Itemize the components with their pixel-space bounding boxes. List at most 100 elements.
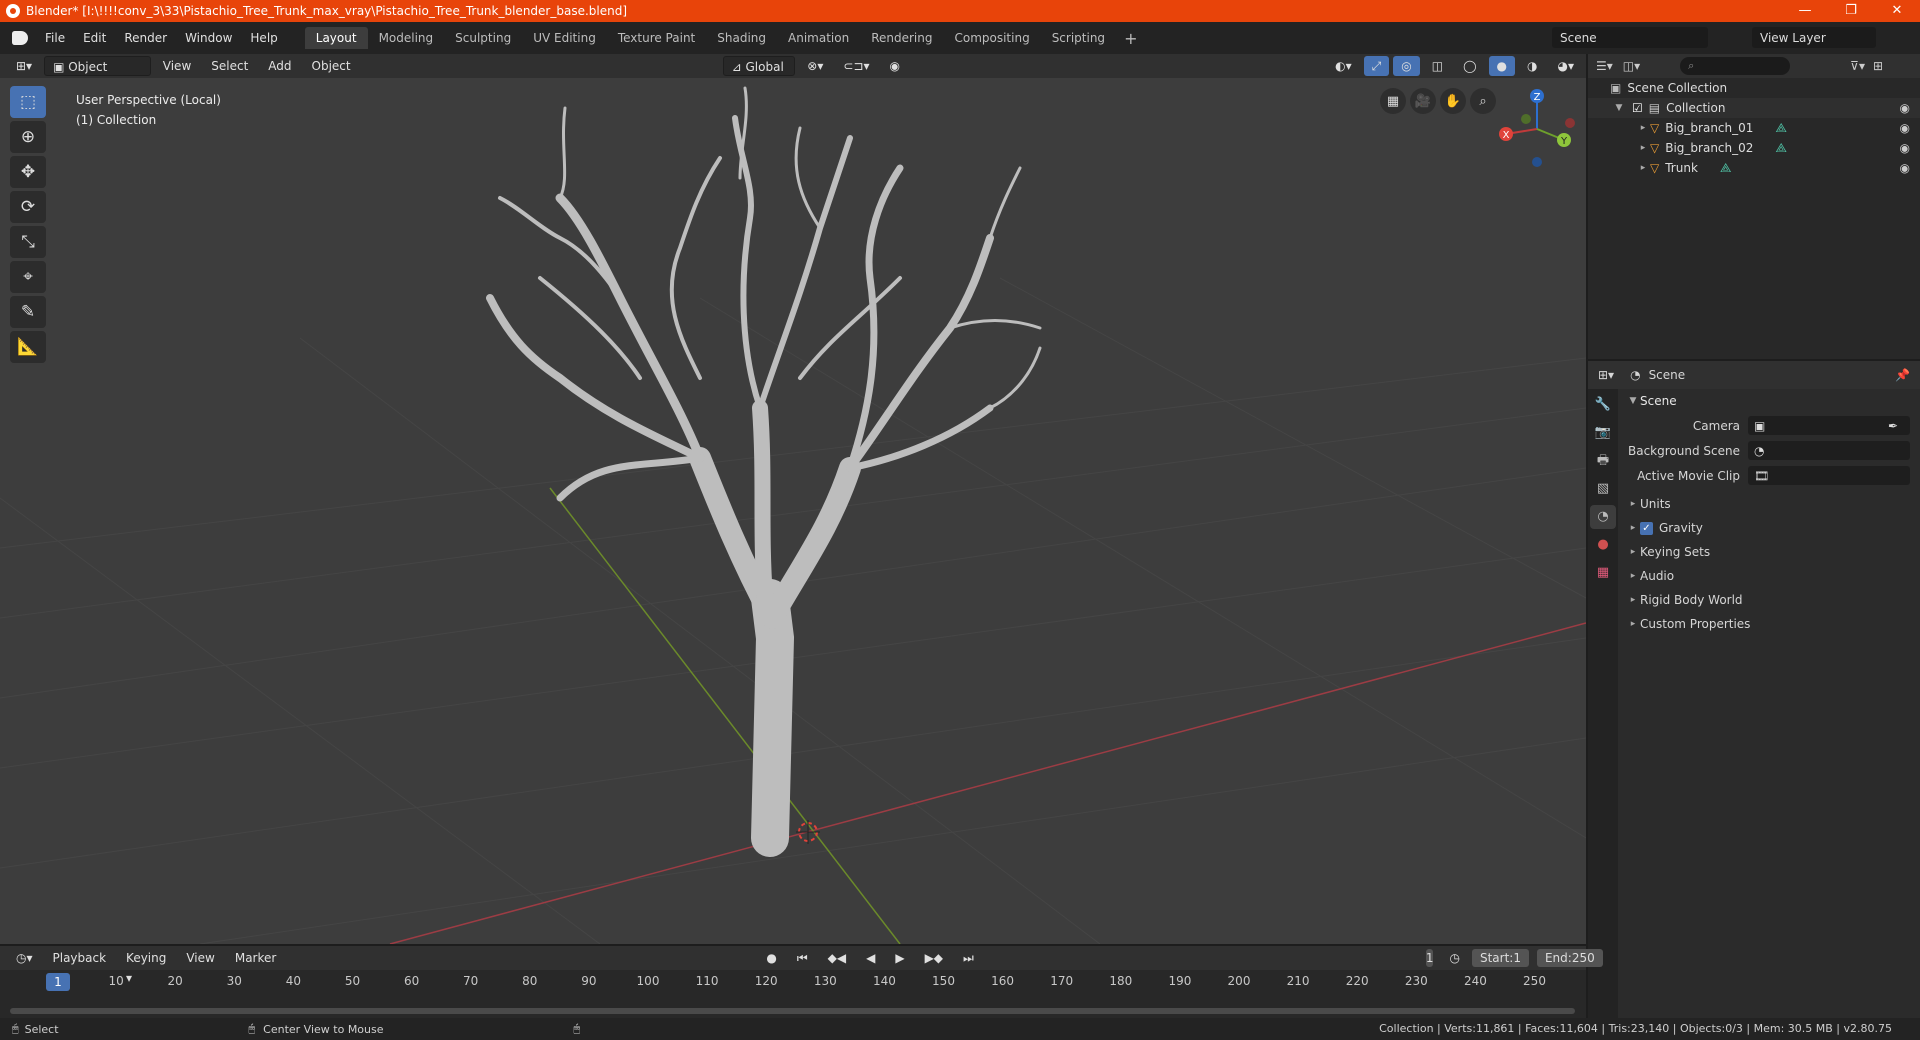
mesh-data-icon[interactable]: ⟁ [1775, 121, 1787, 136]
tab-modeling[interactable]: Modeling [368, 27, 445, 49]
mesh-data-icon[interactable]: ⟁ [1775, 141, 1787, 156]
tab-uv-editing[interactable]: UV Editing [522, 27, 607, 49]
playback-menu[interactable]: Playback ▾ [45, 948, 115, 985]
3d-viewport[interactable]: ⬚ ⊕ ✥ ⟳ ⤡ ⌖ ✎ 📐 User Perspective (Local)… [0, 78, 1586, 944]
menu-edit[interactable]: Edit [74, 31, 115, 45]
collection-row[interactable]: ▼ ☑ ▤ Collection ◉ [1588, 98, 1920, 118]
measure-tool-icon[interactable]: 📐 [10, 331, 46, 363]
annotate-tool-icon[interactable]: ✎ [10, 296, 46, 328]
play-icon[interactable]: ▶ [887, 948, 912, 968]
display-mode-icon[interactable]: ◫▾ [1623, 59, 1640, 73]
start-frame-field[interactable]: Start: 1 [1471, 949, 1529, 967]
preview-range-icon[interactable]: ◷ [1441, 948, 1467, 968]
units-panel[interactable]: ▸ Units [1620, 492, 1920, 516]
play-reverse-icon[interactable]: ◀ [858, 948, 883, 968]
properties-editor-icon[interactable]: ⊞▾ [1598, 368, 1614, 382]
world-tab-icon[interactable]: ● [1590, 533, 1616, 557]
outliner-object-row[interactable]: ▸ ▽ Big_branch_02 ⟁ ◉ [1588, 138, 1920, 158]
keying-sets-panel[interactable]: ▸ Keying Sets [1620, 540, 1920, 564]
timeline-scrollbar[interactable] [10, 1008, 1575, 1014]
custom-properties-panel[interactable]: ▸ Custom Properties [1620, 612, 1920, 636]
expand-icon[interactable]: ▸ [1636, 143, 1650, 153]
record-icon[interactable]: ● [758, 948, 784, 968]
outliner-object-row[interactable]: ▸ ▽ Big_branch_01 ⟁ ◉ [1588, 118, 1920, 138]
output-tab-icon[interactable]: 🖶 [1590, 449, 1616, 473]
current-frame-field[interactable]: 1 [1425, 949, 1434, 967]
texture-tab-icon[interactable]: ▦ [1590, 561, 1616, 585]
transform-orientation-dropdown[interactable]: ⊿ Global ▾ [722, 56, 796, 94]
jump-end-icon[interactable]: ⏭ [955, 948, 982, 968]
proportional-edit-icon[interactable]: ◉ ∧▾ [882, 56, 924, 93]
tab-layout[interactable]: Layout [304, 27, 368, 49]
jump-start-icon[interactable]: ⏮ [789, 948, 816, 968]
tool-tab-icon[interactable]: 🔧 [1590, 393, 1616, 417]
move-tool-icon[interactable]: ✥ [10, 156, 46, 188]
menu-select[interactable]: Select [203, 56, 256, 76]
outliner-search-input[interactable]: ⌕ [1680, 57, 1791, 75]
collection-checkbox-icon[interactable]: ☑ [1632, 101, 1643, 115]
menu-help[interactable]: Help [241, 31, 286, 45]
outliner-object-row[interactable]: ▸ ▽ Trunk ⟁ ◉ [1588, 158, 1920, 178]
grid-view-icon[interactable]: ▦ [1380, 88, 1406, 114]
select-box-tool-icon[interactable]: ⬚ [10, 86, 46, 118]
solid-shading-icon[interactable]: ● [1488, 56, 1516, 76]
pan-view-icon[interactable]: ✋ [1440, 88, 1466, 114]
gravity-checkbox[interactable]: ✓ [1640, 521, 1653, 535]
gravity-panel[interactable]: ▸ ✓ Gravity [1620, 516, 1920, 540]
audio-panel[interactable]: ▸ Audio [1620, 564, 1920, 588]
navigation-gizmo[interactable]: Z X Y [1492, 84, 1582, 174]
scene-selector[interactable]: Scene [1552, 27, 1708, 48]
xray-icon[interactable]: ◫ [1424, 56, 1451, 76]
end-frame-field[interactable]: End: 250 [1536, 949, 1603, 967]
menu-view[interactable]: View [155, 56, 199, 76]
tab-sculpting[interactable]: Sculpting [444, 27, 522, 49]
scale-tool-icon[interactable]: ⤡ [10, 226, 46, 258]
eye-icon[interactable]: ◉ [1900, 161, 1910, 175]
tab-rendering[interactable]: Rendering [860, 27, 943, 49]
view-menu[interactable]: View [178, 948, 222, 968]
menu-add[interactable]: Add [260, 56, 299, 76]
snap-icon[interactable]: ⊂⊐▾ [835, 56, 877, 76]
view-layer-tab-icon[interactable]: ▧ [1590, 477, 1616, 501]
timeline-editor-icon[interactable]: ◷▾ [8, 948, 41, 968]
scene-tab-icon[interactable]: ◔ [1590, 505, 1616, 529]
frame-ruler[interactable]: 10 20 30 40 50 60 70 80 90 100 110 120 130 140 150 160 1… [0, 970, 1586, 994]
tab-scripting[interactable]: Scripting [1041, 27, 1116, 49]
menu-render[interactable]: Render [115, 31, 176, 45]
menu-object[interactable]: Object [304, 56, 359, 76]
rigid-body-world-panel[interactable]: ▸ Rigid Body World [1620, 588, 1920, 612]
new-collection-icon[interactable]: ⊞ [1873, 59, 1883, 73]
wireframe-shading-icon[interactable]: ◯ [1455, 56, 1484, 76]
current-frame-marker[interactable]: 1 [46, 973, 70, 991]
camera-field[interactable]: ▣ ✒ [1748, 416, 1910, 435]
prev-keyframe-icon[interactable]: ◆◀ [820, 948, 854, 968]
outliner-editor-icon[interactable]: ☰▾ [1596, 59, 1613, 73]
visibility-icon[interactable]: ◐▾ [1327, 56, 1360, 76]
scene-collection-row[interactable]: ▣ Scene Collection [1588, 78, 1920, 98]
marker-menu[interactable]: Marker [227, 948, 284, 968]
next-keyframe-icon[interactable]: ▶◆ [917, 948, 951, 968]
gizmo-toggle-icon[interactable]: ⤢ [1363, 56, 1390, 76]
eyedropper-icon[interactable]: ✒ [1888, 419, 1898, 433]
transform-tool-icon[interactable]: ⌖ [10, 261, 46, 293]
eye-icon[interactable]: ◉ [1900, 141, 1910, 155]
menu-file[interactable]: File [36, 31, 74, 45]
expand-icon[interactable]: ▸ [1636, 163, 1650, 173]
cursor-tool-icon[interactable]: ⊕ [10, 121, 46, 153]
minimize-button[interactable]: — [1782, 0, 1828, 22]
object-mode-dropdown[interactable]: ▣ Object Mode ▾ [44, 56, 151, 94]
rotate-tool-icon[interactable]: ⟳ [10, 191, 46, 223]
view-layer-selector[interactable]: View Layer [1752, 27, 1876, 48]
eye-icon[interactable]: ◉ [1900, 121, 1910, 135]
scene-panel-header[interactable]: ▼ Scene [1620, 389, 1920, 413]
editor-type-icon[interactable]: ⊞▾ [8, 56, 40, 76]
mesh-data-icon[interactable]: ⟁ [1720, 161, 1732, 176]
menu-window[interactable]: Window [176, 31, 241, 45]
add-workspace-button[interactable]: + [1116, 29, 1145, 48]
active-movie-clip-field[interactable]: 🎞 [1748, 466, 1910, 485]
overlay-toggle-icon[interactable]: ◎ [1393, 56, 1420, 76]
eye-icon[interactable]: ◉ [1900, 101, 1910, 115]
close-button[interactable]: ✕ [1874, 0, 1920, 22]
rendered-shading-icon[interactable]: ◕▾ [1550, 56, 1583, 76]
filter-icon[interactable]: ⊽▾ [1850, 59, 1865, 73]
